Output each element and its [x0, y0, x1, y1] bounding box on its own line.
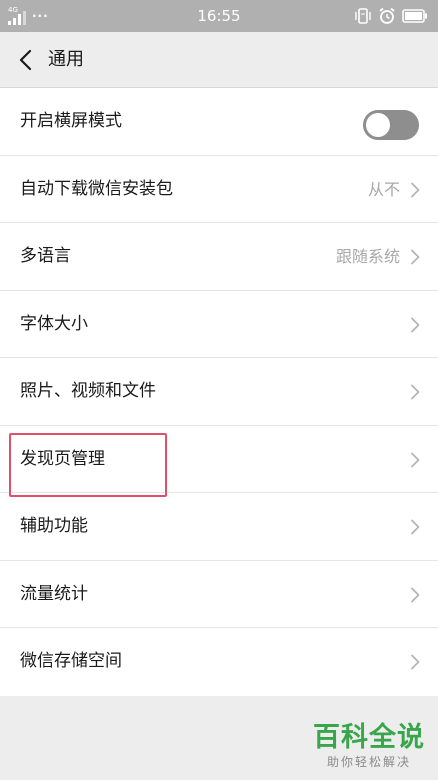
chevron-right-icon [411, 519, 420, 535]
row-font-size[interactable]: 字体大小 [0, 291, 438, 358]
chevron-right-icon [411, 587, 420, 602]
chevron-left-icon [19, 49, 32, 71]
row-data-usage[interactable]: 流量统计 [0, 561, 438, 628]
row-label: 字体大小 [20, 313, 88, 334]
row-storage[interactable]: 微信存储空间 [0, 628, 438, 696]
battery-icon [402, 9, 427, 23]
row-label: 多语言 [20, 246, 71, 266]
chevron-right-icon [411, 249, 420, 265]
chevron-right-icon [411, 654, 420, 670]
row-label: 微信存储空间 [20, 651, 122, 671]
chevron-right-icon [411, 317, 420, 332]
landscape-mode-toggle[interactable] [363, 110, 419, 140]
chevron-right-icon [411, 452, 420, 467]
row-label: 自动下载微信安装包 [20, 178, 173, 199]
row-landscape-mode[interactable]: 开启横屏模式 [0, 88, 438, 156]
row-label: 流量统计 [20, 583, 88, 604]
row-discover-management[interactable]: 发现页管理 [0, 426, 438, 493]
row-media-files[interactable]: 照片、视频和文件 [0, 358, 438, 426]
chevron-right-icon [411, 182, 420, 197]
row-label: 辅助功能 [20, 516, 88, 536]
toggle-knob [366, 113, 390, 137]
settings-list: 开启横屏模式 自动下载微信安装包 从不 多语言 跟随系统 字体大小 照片、视频和… [0, 88, 438, 696]
status-bar: 4G ··· 16:55 [0, 0, 438, 32]
row-label: 开启横屏模式 [20, 111, 122, 131]
watermark-main: 百科全说 [313, 722, 425, 753]
header: 通用 [0, 32, 438, 88]
back-button[interactable] [10, 44, 40, 76]
page-title: 通用 [48, 49, 84, 70]
row-label: 发现页管理 [20, 448, 105, 469]
vibrate-icon [355, 8, 371, 24]
row-language[interactable]: 多语言 跟随系统 [0, 223, 438, 291]
row-value: 跟随系统 [335, 247, 400, 266]
watermark-logo: 百科全说 助你轻松解决 [310, 722, 428, 770]
row-label: 照片、视频和文件 [20, 381, 156, 401]
row-value: 从不 [367, 179, 400, 199]
row-accessibility[interactable]: 辅助功能 [0, 493, 438, 561]
row-auto-download[interactable]: 自动下载微信安装包 从不 [0, 156, 438, 223]
watermark-sub: 助你轻松解决 [326, 755, 411, 769]
chevron-right-icon [411, 384, 420, 400]
status-right [354, 7, 428, 25]
alarm-clock-icon [379, 7, 395, 24]
